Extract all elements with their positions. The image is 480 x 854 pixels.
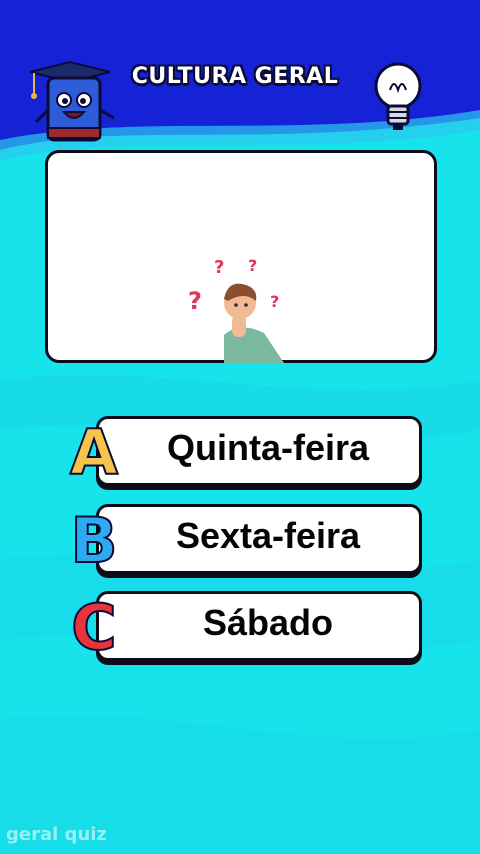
svg-text:?: ? [188,287,202,315]
book-mascot-icon [29,60,115,142]
answer-option-a[interactable]: Quinta-feira A [66,416,422,486]
question-image-card: ? ? ? ? [45,150,437,363]
letter-a-text: A [70,418,118,484]
header: CULTURA GERAL [0,40,480,142]
svg-text:?: ? [248,256,257,275]
lightbulb-icon [374,62,422,130]
letter-b-text: B [70,506,117,572]
answer-option-c[interactable]: Sábado C [66,591,422,661]
answer-text: Quinta-feira [166,427,370,468]
confused-person-icon: ? ? ? ? [188,256,284,363]
watermark: geral quiz [6,824,107,845]
letter-c-icon: C [70,593,118,659]
letter-b-icon: B [69,506,118,572]
answer-text: Sexta-feira [175,515,361,556]
letter-c-text: C [71,593,117,659]
answer-text: Sábado [202,602,334,643]
letter-a-icon: A [69,418,119,484]
svg-text:?: ? [270,292,279,311]
answer-option-b[interactable]: Sexta-feira B [66,504,422,574]
quiz-title: CULTURA GERAL [131,64,339,89]
svg-text:?: ? [214,257,224,278]
